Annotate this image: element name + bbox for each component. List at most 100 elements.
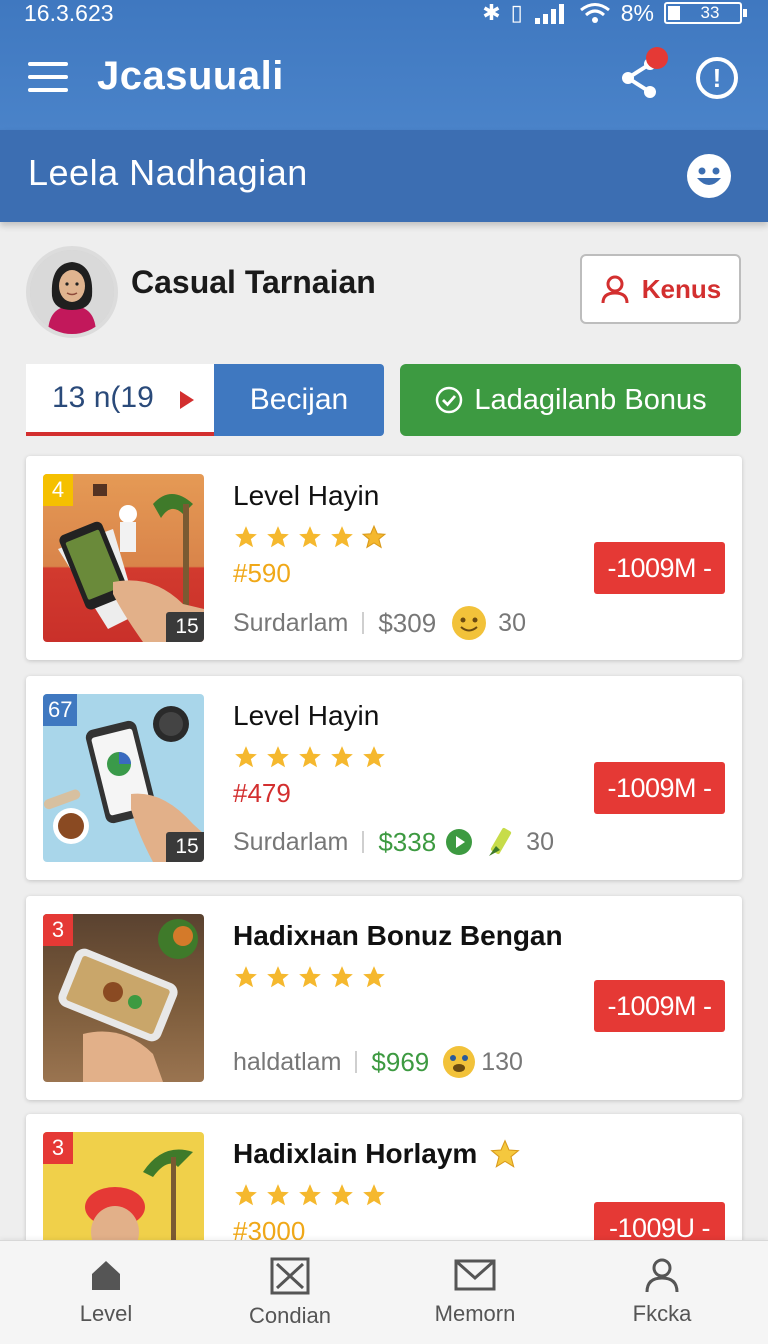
item-badge: 4 — [43, 474, 73, 506]
item-tag-button[interactable]: -1009M - — [594, 980, 725, 1032]
bottom-nav: Level Condian Memorn Fkcka — [0, 1240, 768, 1344]
star-icon — [299, 746, 321, 768]
list-item[interactable]: 3 Hadixнan Bonuz Bengan haldatlam $969 1… — [26, 896, 742, 1100]
item-badge: 3 — [43, 1132, 73, 1164]
list-item[interactable]: 4 15 Level Hayin #590 Surdarlam $309 30 … — [26, 456, 742, 660]
person-icon — [645, 1258, 679, 1293]
star-rating — [233, 524, 387, 550]
star-rating — [233, 744, 387, 770]
star-icon — [235, 1184, 257, 1206]
item-thumbnail: 3 — [43, 914, 204, 1082]
notification-dot — [646, 47, 668, 69]
status-icons: ✱ ▯ 8% 33 — [482, 0, 747, 27]
star-icon — [363, 966, 385, 988]
app-title: Jcasuuali — [97, 54, 284, 98]
bluetooth-icon: ✱ — [482, 0, 501, 25]
tab-becijan-label: Becijan — [249, 383, 349, 416]
star-icon — [361, 524, 387, 549]
star-icon — [363, 1184, 385, 1206]
item-tag-button[interactable]: -1009M - — [594, 762, 725, 814]
star-icon — [267, 966, 289, 988]
tab-becijan[interactable]: Becijan — [214, 364, 384, 436]
star-icon — [331, 746, 353, 768]
star-icon — [267, 526, 289, 548]
star-rating — [233, 1182, 387, 1208]
home-icon — [92, 1261, 120, 1290]
item-count: 130 — [481, 1047, 523, 1076]
star-icon — [363, 746, 385, 768]
battery-percent: 8% — [620, 0, 654, 26]
item-badge: 3 — [43, 914, 73, 946]
battery-label: 33 — [700, 3, 720, 22]
nav-item-level[interactable]: Level — [31, 1241, 181, 1344]
kenus-button[interactable]: Kenus — [580, 254, 741, 324]
bonus-button[interactable]: Ladagilanb Bonus — [400, 364, 741, 436]
nav-item-condian[interactable]: Condian — [215, 1241, 365, 1344]
info-icon[interactable]: ! — [696, 57, 738, 99]
star-icon — [267, 1184, 289, 1206]
star-icon — [331, 526, 353, 548]
item-badge: 67 — [43, 694, 78, 726]
menu-icon[interactable] — [28, 62, 68, 96]
play-arrow-icon — [180, 391, 194, 409]
signal-icon — [534, 4, 564, 24]
star-icon — [299, 966, 321, 988]
app-bar: Jcasuuali ! — [0, 44, 768, 116]
star-icon — [267, 746, 289, 768]
item-title: Level Hayin — [233, 480, 380, 511]
item-meta: Surdarlam $338 30 — [233, 824, 554, 860]
tab-count[interactable]: 13 n(19 — [26, 364, 214, 436]
sub-header-title: Leela Nadhagian — [28, 152, 308, 193]
sub-header: Leela Nadhagian — [0, 130, 768, 222]
nav-label: Level — [79, 1301, 133, 1326]
avatar[interactable] — [26, 246, 118, 338]
app-header: 16.3.623 ✱ ▯ 8% 33 Jcasuuali ! — [0, 0, 768, 130]
item-code: #479 — [233, 778, 291, 808]
star-icon — [299, 526, 321, 548]
nav-label: Memorn — [434, 1301, 516, 1326]
item-thumbnail: 67 15 — [43, 694, 204, 862]
status-time: 16.3.623 — [24, 0, 114, 26]
star-icon — [331, 966, 353, 988]
item-price: $309 — [378, 607, 437, 638]
nav-label: Condian — [249, 1303, 331, 1328]
star-rating — [233, 964, 387, 990]
list-item[interactable]: 67 15 Level Hayin #479 Surdarlam $338 30… — [26, 676, 742, 880]
item-tag-button[interactable]: -1009M - — [594, 542, 725, 594]
star-icon — [331, 1184, 353, 1206]
person-outline-icon — [601, 275, 629, 304]
item-count: 30 — [526, 827, 554, 856]
star-icon — [235, 966, 257, 988]
nav-item-memorn[interactable]: Memorn — [400, 1241, 550, 1344]
item-thumb-count: 15 — [166, 612, 204, 642]
item-title: Hadixlain Horlaym — [233, 1138, 478, 1169]
wifi-icon — [579, 3, 610, 23]
item-thumbnail: 4 15 — [43, 474, 204, 642]
nav-item-fkcka[interactable]: Fkcka — [587, 1241, 737, 1344]
check-circle-icon — [436, 386, 463, 414]
item-count: 30 — [498, 608, 526, 637]
tab-count-label: 13 n(19 — [52, 381, 154, 414]
status-bar: 16.3.623 ✱ ▯ 8% 33 — [0, 0, 768, 26]
avatar-image — [30, 250, 114, 334]
item-meta-label: haldatlam — [233, 1047, 342, 1076]
battery-icon: 33 — [664, 2, 747, 24]
item-meta: haldatlam $969 130 — [233, 1044, 523, 1080]
item-thumb-count: 15 — [166, 832, 204, 862]
item-title: Level Hayin — [233, 700, 380, 731]
star-icon — [490, 1139, 521, 1168]
play-circle-icon — [446, 829, 473, 855]
star-icon — [235, 746, 257, 768]
highlighter-icon — [489, 827, 512, 856]
item-title: Hadixнan Bonuz Bengan — [233, 920, 563, 951]
nav-label: Fkcka — [632, 1301, 692, 1326]
emoji-icon — [443, 1046, 476, 1078]
divider — [355, 1051, 358, 1073]
item-meta-label: Surdarlam — [233, 827, 349, 856]
item-title-row: Hadixlain Horlaym — [233, 1138, 521, 1170]
profile-name: Casual Tarnaian — [131, 264, 376, 300]
item-price: $969 — [371, 1046, 430, 1077]
smiley-icon[interactable] — [687, 154, 731, 198]
item-meta-label: Surdarlam — [233, 608, 349, 637]
star-icon — [299, 1184, 321, 1206]
